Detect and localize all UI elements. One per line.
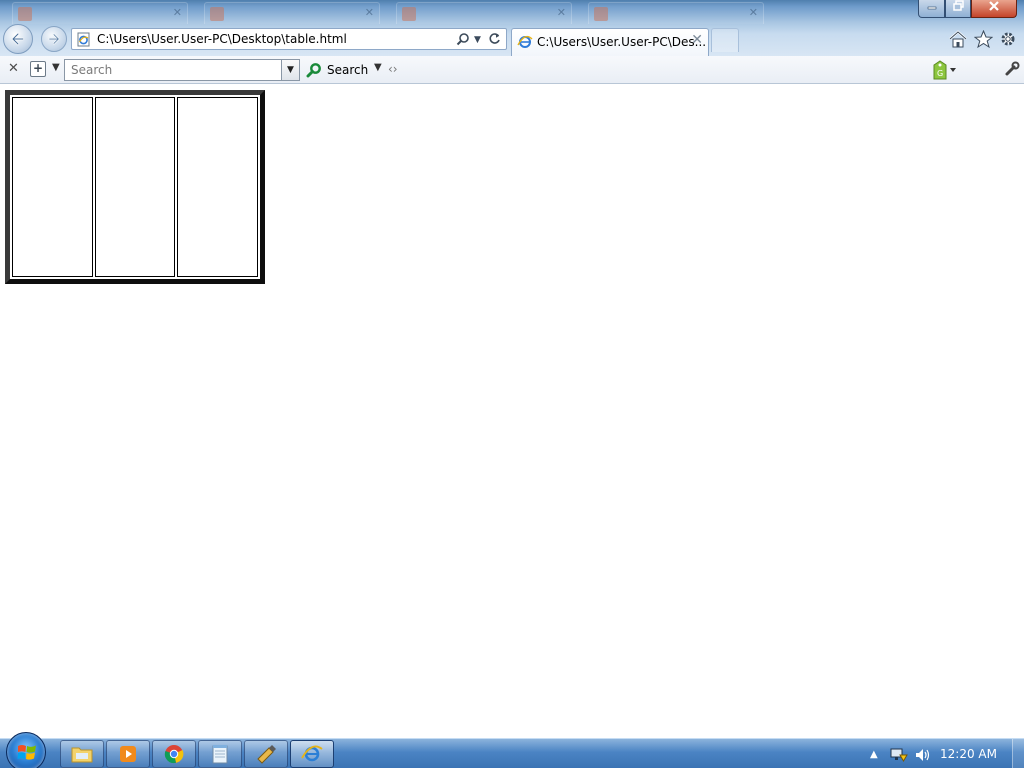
show-desktop-button[interactable] bbox=[1012, 739, 1024, 768]
windows-logo-icon bbox=[17, 745, 36, 760]
background-tab[interactable]: ✕ bbox=[588, 2, 764, 24]
tab-close-icon[interactable]: ✕ bbox=[365, 6, 374, 19]
refresh-icon[interactable] bbox=[488, 32, 501, 49]
tab-close-icon[interactable]: ✕ bbox=[749, 6, 758, 19]
favorites-star-icon[interactable] bbox=[973, 29, 994, 52]
tab-favicon bbox=[210, 7, 224, 21]
taskbar-app-chrome[interactable] bbox=[152, 740, 196, 768]
show-hidden-icons-arrow[interactable]: ▲ bbox=[870, 749, 878, 760]
browser-title-bar: ✕ ✕ ✕ ✕ C:\Users\User.User-PC\Desktop\ta… bbox=[0, 0, 1024, 56]
restore-button[interactable] bbox=[945, 0, 971, 18]
restore-icon bbox=[952, 0, 964, 11]
minimize-icon bbox=[927, 6, 936, 10]
back-arrow-icon bbox=[11, 32, 25, 46]
table-cell bbox=[94, 97, 176, 277]
table-cell bbox=[177, 97, 258, 277]
tab-favicon bbox=[402, 7, 416, 21]
settings-gear-icon[interactable] bbox=[999, 30, 1017, 52]
address-text[interactable]: C:\Users\User.User-PC\Desktop\table.html bbox=[97, 32, 347, 46]
search-button-label: Search bbox=[327, 63, 369, 77]
taskbar: ▲ 12:20 AM bbox=[0, 732, 1024, 768]
taskbar-app-internet-explorer[interactable] bbox=[290, 740, 334, 768]
background-tab[interactable]: ✕ bbox=[12, 2, 188, 24]
search-dropdown-icon[interactable]: ▼ bbox=[281, 60, 299, 80]
taskbar-app-notepad[interactable] bbox=[198, 740, 242, 768]
add-search-button[interactable]: + bbox=[30, 61, 46, 77]
table-row bbox=[12, 97, 258, 277]
tab-favicon bbox=[18, 7, 32, 21]
tab-close-icon[interactable]: ✕ bbox=[691, 32, 703, 48]
media-player-icon bbox=[120, 746, 136, 762]
search-input[interactable] bbox=[65, 60, 280, 80]
taskbar-app-media-player[interactable] bbox=[106, 740, 150, 768]
svg-text:G: G bbox=[937, 69, 943, 78]
new-tab-button[interactable] bbox=[711, 28, 739, 52]
tab-title: C:\Users\User.User-PC\Des... bbox=[537, 35, 707, 49]
search-icon[interactable] bbox=[456, 32, 470, 50]
table-cell bbox=[12, 97, 93, 277]
network-icon[interactable] bbox=[890, 747, 908, 767]
address-bar[interactable]: C:\Users\User.User-PC\Desktop\table.html… bbox=[71, 28, 507, 50]
back-button[interactable] bbox=[3, 24, 33, 54]
folder-icon bbox=[71, 747, 93, 763]
start-button[interactable] bbox=[6, 732, 46, 768]
background-tab[interactable]: ✕ bbox=[396, 2, 572, 24]
wrench-icon[interactable] bbox=[1004, 61, 1020, 81]
search-button[interactable]: Search bbox=[306, 60, 368, 80]
toolbar-close-icon[interactable]: ✕ bbox=[8, 61, 19, 76]
forward-arrow-icon bbox=[48, 33, 60, 45]
notepad-icon bbox=[212, 745, 228, 764]
page-icon bbox=[76, 32, 91, 51]
tab-favicon bbox=[594, 7, 608, 21]
close-icon bbox=[989, 1, 999, 11]
clock[interactable]: 12:20 AM bbox=[940, 747, 997, 761]
page-content bbox=[0, 84, 1024, 738]
magnifier-icon bbox=[306, 63, 321, 78]
taskbar-app-folder[interactable] bbox=[60, 740, 104, 768]
volume-icon[interactable] bbox=[914, 747, 932, 767]
tab-close-icon[interactable]: ✕ bbox=[557, 6, 566, 19]
html-table bbox=[5, 90, 265, 284]
tool-app-icon bbox=[257, 745, 276, 764]
search-toolbar: ✕ + ▼ ▼ Search ▼ ‹› G bbox=[0, 56, 1024, 84]
address-dropdown-icon[interactable]: ▼ bbox=[474, 35, 481, 45]
search-box[interactable]: ▼ bbox=[64, 59, 300, 81]
minimize-button[interactable] bbox=[918, 0, 945, 18]
internet-explorer-icon bbox=[301, 745, 323, 762]
tab-close-icon[interactable]: ✕ bbox=[173, 6, 182, 19]
ie-page-icon bbox=[517, 34, 533, 54]
taskbar-app-tool[interactable] bbox=[244, 740, 288, 768]
home-icon[interactable] bbox=[948, 30, 968, 52]
toolbar-resize-handle[interactable]: ‹› bbox=[388, 62, 398, 76]
chrome-icon bbox=[164, 745, 184, 764]
add-dropdown-icon[interactable]: ▼ bbox=[52, 62, 60, 73]
close-window-button[interactable] bbox=[971, 0, 1017, 18]
forward-button[interactable] bbox=[41, 26, 67, 52]
search-options-dropdown-icon[interactable]: ▼ bbox=[374, 62, 382, 73]
background-tab[interactable]: ✕ bbox=[204, 2, 380, 24]
tag-app-icon[interactable]: G bbox=[930, 59, 958, 85]
tab-active[interactable]: C:\Users\User.User-PC\Des... ✕ bbox=[511, 28, 709, 56]
